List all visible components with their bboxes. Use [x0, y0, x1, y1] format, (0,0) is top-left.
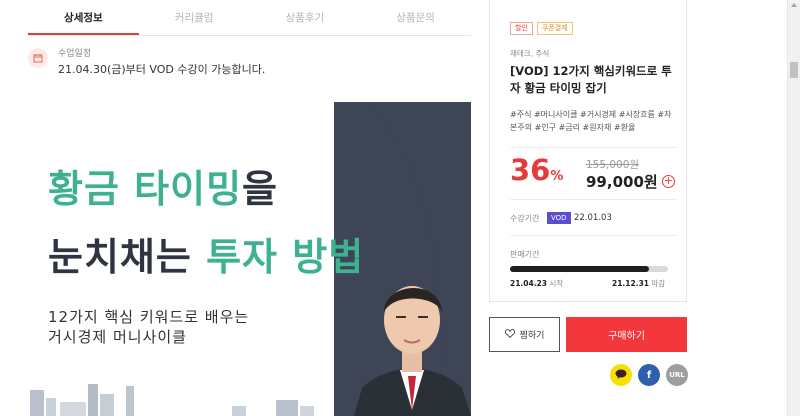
plus-circle-icon[interactable]: + — [662, 175, 675, 188]
copy-url-button[interactable]: URL — [666, 364, 688, 386]
sale-end-date: 21.12.31 — [612, 279, 650, 288]
notice-label: 수업일정 — [58, 49, 92, 59]
banner-subtitle-1: 12가지 핵심 키워드로 배우는 — [48, 308, 250, 326]
kakao-talk-icon — [615, 369, 627, 381]
calendar-icon — [28, 48, 48, 68]
sale-badge: 할인 — [510, 22, 533, 35]
wishlist-label: 찜하기 — [519, 331, 545, 341]
coupon-badge: 쿠폰결제 — [536, 22, 573, 35]
product-badges: 할인 쿠폰결제 — [510, 22, 573, 35]
divider — [510, 235, 678, 236]
course-period-date: 22.01.03 — [574, 213, 612, 223]
tab-inquiries[interactable]: 상품문의 — [360, 0, 471, 35]
url-label: URL — [669, 371, 685, 379]
banner-subtitle-2: 거시경제 머니사이클 — [48, 328, 187, 346]
sale-period-progress-track — [510, 266, 668, 272]
product-category: 재테크, 주식 — [510, 49, 550, 58]
discount-unit: % — [550, 169, 564, 184]
divider — [510, 147, 678, 148]
buy-button[interactable]: 구매하기 — [566, 317, 687, 352]
banner-headline-2: 눈치채는 투자 방법 — [48, 226, 364, 281]
class-schedule-notice: 수업일정 21.04.30(금)부터 VOD 수강이 가능합니다. — [28, 44, 471, 80]
facebook-icon: f — [646, 369, 652, 381]
sale-period-label: 판매기간 — [510, 250, 540, 259]
buy-label: 구매하기 — [608, 331, 645, 342]
sale-start-date: 21.04.23 — [510, 279, 548, 288]
product-info-panel: 할인 쿠폰결제 재테크, 주식 [VOD] 12가지 핵심키워드로 투자 황금 … — [489, 0, 687, 302]
scroll-up-arrow-icon[interactable] — [791, 3, 797, 7]
sale-period-progress-fill — [510, 266, 650, 272]
headline-highlight-2: 투자 방법 — [206, 235, 365, 279]
notice-text: 21.04.30(금)부터 VOD 수강이 가능합니다. — [58, 63, 266, 76]
headline-highlight-1: 황금 타이밍 — [48, 167, 243, 211]
product-title: [VOD] 12가지 핵심키워드로 투자 황금 타이밍 잡기 — [510, 64, 672, 95]
tab-curriculum[interactable]: 커리큘럼 — [139, 0, 250, 35]
course-period-label: 수강기간 — [510, 214, 540, 223]
kakao-share-button[interactable] — [610, 364, 632, 386]
scroll-thumb[interactable] — [790, 62, 798, 78]
headline-text-1: 을 — [242, 167, 278, 211]
original-price: 155,000원 — [586, 159, 640, 171]
sale-end-suffix: 마감 — [651, 279, 666, 288]
heart-icon — [504, 328, 515, 341]
detail-tabs: 상세정보 커리큘럼 상품후기 상품문의 — [28, 0, 471, 36]
sale-end: 21.12.31 마감 — [612, 278, 665, 289]
page-scrollbar[interactable] — [787, 0, 800, 416]
sale-start-suffix: 시작 — [549, 279, 564, 288]
tab-details[interactable]: 상세정보 — [28, 0, 139, 35]
city-skyline-illustration — [30, 384, 314, 416]
course-banner: 황금 타이밍을 눈치채는 투자 방법 12가지 핵심 키워드로 배우는 거시경제… — [28, 102, 471, 416]
divider — [510, 199, 678, 200]
discount-rate: 36% — [510, 153, 563, 187]
banner-headline-1: 황금 타이밍을 — [48, 158, 278, 213]
instructor-photo — [354, 286, 471, 416]
vod-badge: VOD — [547, 212, 571, 224]
facebook-share-button[interactable]: f — [638, 364, 660, 386]
headline-text-2: 눈치채는 — [48, 235, 207, 279]
tab-reviews[interactable]: 상품후기 — [250, 0, 361, 35]
product-tags[interactable]: #주식 #머니사이클 #거시경제 #시장흐름 #자본주의 #인구 #금리 #원자… — [510, 108, 678, 134]
discount-value: 36 — [510, 153, 551, 187]
sale-price: 99,000원 — [586, 173, 658, 191]
wishlist-button[interactable]: 찜하기 — [489, 317, 560, 352]
sale-start: 21.04.23 시작 — [510, 278, 563, 289]
product-page: 상세정보 커리큘럼 상품후기 상품문의 수업일정 21.04.30(금)부터 V… — [0, 0, 800, 416]
